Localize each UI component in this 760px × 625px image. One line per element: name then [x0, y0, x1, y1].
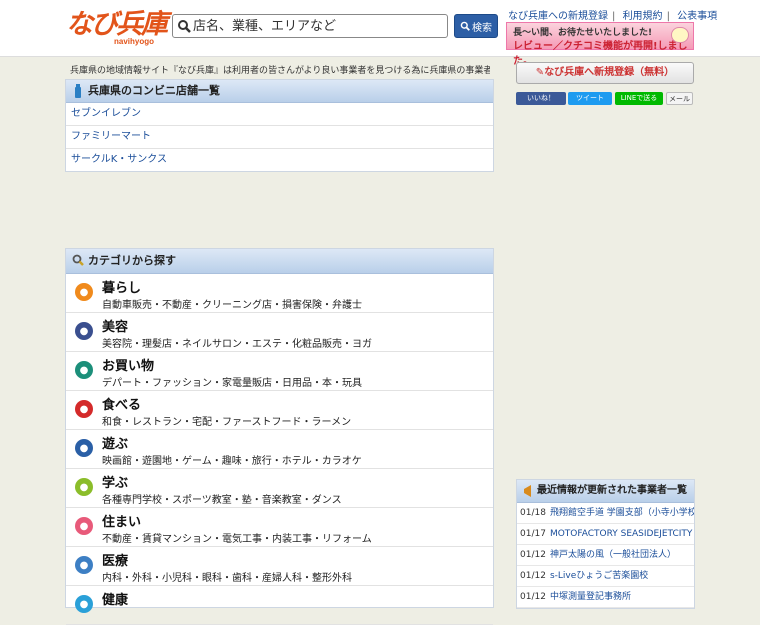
- category-title[interactable]: お買い物: [102, 355, 154, 374]
- category-subtitle: デパート・ファッション・家電量販店・日用品・本・玩具: [102, 378, 362, 389]
- category-title[interactable]: 住まい: [102, 511, 141, 530]
- category-row[interactable]: ● 学ぶ各種専門学校・スポーツ教室・塾・音楽教室・ダンス: [66, 469, 493, 508]
- category-row[interactable]: ● 健康: [66, 586, 493, 625]
- news-item[interactable]: 01/18 飛翔館空手道 学園支部（小寺小学校空手: [517, 503, 694, 524]
- category-title[interactable]: 美容: [102, 316, 128, 335]
- mail-share-button[interactable]: メール: [666, 92, 693, 105]
- medical-icon: ●: [75, 556, 93, 574]
- convenience-item[interactable]: ファミリーマート: [66, 126, 493, 149]
- news-item[interactable]: 01/12 中塚測量登記事務所: [517, 587, 694, 608]
- categories-title: カテゴリから探す: [88, 254, 176, 267]
- tweet-label: ツイート: [576, 94, 604, 102]
- category-title[interactable]: 食べる: [102, 394, 141, 413]
- category-subtitle: 自動車販売・不動産・クリーニング店・損害保険・弁護士: [102, 300, 362, 311]
- house-icon: ●: [75, 283, 93, 301]
- news-date: 01/18: [520, 508, 546, 518]
- news-panel-header: 最近情報が更新された事業者一覧: [517, 480, 694, 503]
- category-title[interactable]: 医療: [102, 550, 128, 569]
- category-row[interactable]: ● 美容美容院・理髪店・ネイルサロン・エステ・化粧品販売・ヨガ: [66, 313, 493, 352]
- news-date: 01/12: [520, 550, 546, 560]
- site-logo[interactable]: なび兵庫 navihyogo: [66, 8, 168, 48]
- intro-text: 兵庫県の地域情報サイト『なび兵庫』は利用者の皆さんがより良い事業者を見つける為に…: [70, 66, 490, 76]
- convenience-item[interactable]: セブンイレブン: [66, 103, 493, 126]
- link-register[interactable]: なび兵庫への新規登録: [508, 11, 608, 22]
- bottle-icon: [75, 84, 81, 98]
- convenience-panel: 兵庫県のコンビニ店舗一覧 セブンイレブン ファミリーマート サークルK・サンクス: [65, 79, 494, 172]
- news-item[interactable]: 01/17 MOTOFACTORY SEASIDEJETCITY: [517, 524, 694, 545]
- convenience-panel-header: 兵庫県のコンビニ店舗一覧: [66, 80, 493, 103]
- news-date: 01/12: [520, 571, 546, 581]
- play-icon: ●: [75, 439, 93, 457]
- search-button-label: 検索: [472, 22, 492, 34]
- search-box: [172, 14, 448, 38]
- shopping-bag-icon: ●: [75, 361, 93, 379]
- magnifier-icon: [72, 254, 84, 266]
- category-row[interactable]: ● 住まい不動産・賃貸マンション・電気工事・内装工事・リフォーム: [66, 508, 493, 547]
- search-icon: [460, 21, 470, 31]
- convenience-item[interactable]: サークルK・サンクス: [66, 149, 493, 171]
- speech-bubble-icon: [671, 27, 689, 43]
- food-bowl-icon: ●: [75, 400, 93, 418]
- category-subtitle: 各種専門学校・スポーツ教室・塾・音楽教室・ダンス: [102, 495, 342, 506]
- news-item[interactable]: 01/12 s-Liveひょうご苦楽園校: [517, 566, 694, 587]
- category-subtitle: 映画館・遊園地・ゲーム・趣味・旅行・ホテル・カラオケ: [102, 456, 362, 467]
- logo-subtext: navihyogo: [114, 37, 155, 46]
- category-row[interactable]: ● 遊ぶ映画館・遊園地・ゲーム・趣味・旅行・ホテル・カラオケ: [66, 430, 493, 469]
- health-icon: ●: [75, 595, 93, 613]
- line-label: LINEで送る: [620, 94, 658, 102]
- news-panel: 最近情報が更新された事業者一覧 01/18 飛翔館空手道 学園支部（小寺小学校空手…: [516, 479, 695, 609]
- top-links: なび兵庫への新規登録 | 利用規約 | 公表事項: [508, 11, 718, 22]
- category-row[interactable]: ● お買い物デパート・ファッション・家電量販店・日用品・本・玩具: [66, 352, 493, 391]
- category-title[interactable]: 学ぶ: [102, 472, 128, 491]
- category-title[interactable]: 遊ぶ: [102, 433, 128, 452]
- news-link[interactable]: MOTOFACTORY SEASIDEJETCITY: [550, 529, 692, 539]
- register-button[interactable]: ✎なび兵庫へ新規登録（無料）: [516, 62, 694, 84]
- review-banner[interactable]: 長〜い間、お待たせいたしました! レビュー／クチコミ機能が再開!しました。: [506, 22, 694, 67]
- category-list: ● 暮らし自動車販売・不動産・クリーニング店・損害保険・弁護士 ● 美容美容院・理髪店…: [66, 274, 493, 625]
- category-row[interactable]: ● 医療内科・外科・小児科・眼科・歯科・産婦人科・整形外科: [66, 547, 493, 586]
- site-header: なび兵庫 navihyogo 検索 なび兵庫への新規登録| 利用規約| 公表事項…: [0, 0, 760, 67]
- category-title[interactable]: 健康: [102, 589, 128, 608]
- tweet-button[interactable]: ツイート: [568, 92, 612, 105]
- news-title: 最近情報が更新された事業者一覧: [537, 485, 687, 496]
- search-input[interactable]: [193, 17, 443, 35]
- categories-panel-header: カテゴリから探す: [66, 249, 493, 274]
- category-subtitle: 内科・外科・小児科・眼科・歯科・産婦人科・整形外科: [102, 573, 352, 584]
- convenience-title: 兵庫県のコンビニ店舗一覧: [88, 84, 220, 97]
- news-date: 01/12: [520, 592, 546, 602]
- category-title[interactable]: 暮らし: [102, 277, 141, 296]
- register-button-label: なび兵庫へ新規登録（無料）: [544, 67, 675, 78]
- mail-label: メール: [669, 95, 690, 103]
- link-public-notice[interactable]: 公表事項: [677, 11, 717, 22]
- category-subtitle: 不動産・賃貸マンション・電気工事・内装工事・リフォーム: [102, 534, 372, 545]
- news-link[interactable]: s-Liveひょうご苦楽園校: [550, 571, 648, 581]
- news-link[interactable]: 飛翔館空手道 学園支部（小寺小学校空手: [550, 508, 694, 518]
- category-subtitle: 和食・レストラン・宅配・ファーストフード・ラーメン: [102, 417, 352, 428]
- news-item[interactable]: 01/12 神戸太陽の風（一般社団法人）: [517, 545, 694, 566]
- pencil-icon: ●: [75, 478, 93, 496]
- line-share-button[interactable]: LINEで送る: [615, 92, 663, 105]
- home-icon: ●: [75, 517, 93, 535]
- beauty-icon: ●: [75, 322, 93, 340]
- category-subtitle: 美容院・理髪店・ネイルサロン・エステ・化粧品販売・ヨガ: [102, 339, 372, 350]
- news-link[interactable]: 神戸太陽の風（一般社団法人）: [550, 550, 676, 560]
- news-link[interactable]: 中塚測量登記事務所: [550, 592, 631, 602]
- search-button[interactable]: 検索: [454, 14, 498, 38]
- search-icon: [178, 20, 191, 33]
- category-row[interactable]: ● 食べる和食・レストラン・宅配・ファーストフード・ラーメン: [66, 391, 493, 430]
- megaphone-icon: [524, 485, 531, 497]
- news-date: 01/17: [520, 529, 546, 539]
- link-terms[interactable]: 利用規約: [623, 11, 663, 22]
- category-row[interactable]: ● 暮らし自動車販売・不動産・クリーニング店・損害保険・弁護士: [66, 274, 493, 313]
- like-label: いいね！: [527, 94, 555, 102]
- categories-panel: カテゴリから探す ● 暮らし 自動車販売・不動産・クリーニング店・損害保険・弁護士 ●…: [65, 248, 494, 625]
- news-list: 01/18 飛翔館空手道 学園支部（小寺小学校空手 01/17 MOTOFACTORY…: [517, 503, 694, 608]
- facebook-like-button[interactable]: いいね！: [516, 92, 566, 105]
